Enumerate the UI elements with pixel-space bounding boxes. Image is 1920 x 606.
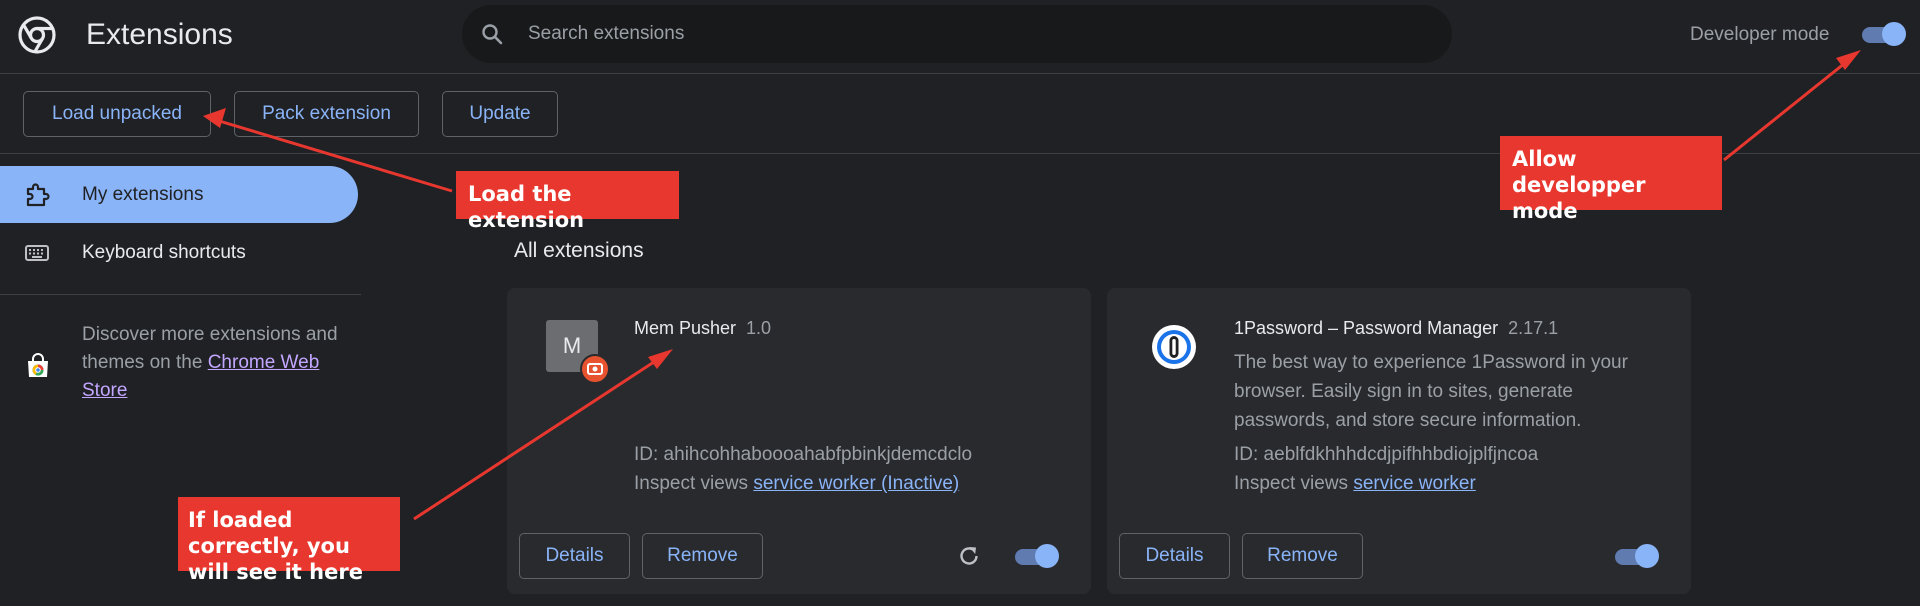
update-button[interactable]: Update bbox=[442, 91, 558, 137]
page-title: Extensions bbox=[86, 18, 233, 51]
sidebar-item-keyboard-shortcuts[interactable]: Keyboard shortcuts bbox=[0, 224, 358, 281]
developer-mode-label: Developer mode bbox=[1690, 24, 1830, 45]
remove-button[interactable]: Remove bbox=[642, 533, 763, 579]
section-title: All extensions bbox=[514, 239, 644, 262]
unpacked-badge-icon bbox=[580, 354, 610, 384]
extension-version: 1.0 bbox=[746, 318, 772, 338]
keyboard-icon bbox=[24, 240, 50, 266]
extension-enable-toggle[interactable] bbox=[1615, 544, 1659, 568]
extension-id: ID: aeblfdkhhhdcdjpifhhbdiojplfjncoa bbox=[1234, 444, 1539, 465]
1password-icon bbox=[1149, 322, 1199, 372]
extension-id: ID: ahihcohhaboooahabfpbinkjdemcdclo bbox=[634, 444, 973, 465]
annotation-developer-mode: Allow developper mode bbox=[1500, 136, 1722, 223]
inspect-views: Inspect views service worker bbox=[1234, 473, 1476, 494]
service-worker-link[interactable]: service worker bbox=[1353, 473, 1475, 494]
search-icon bbox=[480, 22, 504, 46]
chrome-web-store-icon bbox=[24, 352, 52, 380]
search-input[interactable] bbox=[528, 5, 1428, 63]
sidebar-item-my-extensions[interactable]: My extensions bbox=[0, 166, 358, 223]
extension-description: The best way to experience 1Password in … bbox=[1234, 352, 1628, 431]
extension-card-mem-pusher: M Mem Pusher 1.0 ID: ahihcohhaboooahabfpb… bbox=[507, 288, 1091, 594]
discover-more-text: Discover more extensions and themes on t… bbox=[82, 321, 352, 405]
inspect-views: Inspect views service worker (Inactive) bbox=[634, 473, 960, 494]
load-unpacked-button[interactable]: Load unpacked bbox=[23, 91, 211, 137]
extension-name: 1Password – Password Manager 2.17.1 bbox=[1234, 318, 1559, 338]
service-worker-link[interactable]: service worker (Inactive) bbox=[753, 473, 959, 494]
details-button[interactable]: Details bbox=[519, 533, 630, 579]
extension-name: Mem Pusher 1.0 bbox=[634, 318, 772, 338]
extension-icon bbox=[24, 182, 50, 208]
details-button[interactable]: Details bbox=[1119, 533, 1230, 579]
extension-version: 2.17.1 bbox=[1508, 318, 1559, 338]
remove-button[interactable]: Remove bbox=[1242, 533, 1363, 579]
extension-enable-toggle[interactable] bbox=[1015, 544, 1059, 568]
extension-card-1password: 1Password – Password Manager 2.17.1 The b… bbox=[1107, 288, 1691, 594]
developer-mode-toggle[interactable] bbox=[1862, 22, 1906, 46]
annotation-load-extension: Load the extension bbox=[456, 171, 679, 232]
reload-icon[interactable] bbox=[956, 543, 982, 569]
sidebar-item-label: Keyboard shortcuts bbox=[82, 242, 246, 263]
sidebar-divider bbox=[0, 294, 361, 295]
sidebar-item-label: My extensions bbox=[82, 184, 204, 205]
pack-extension-button[interactable]: Pack extension bbox=[234, 91, 419, 137]
header: Extensions Developer mode bbox=[0, 0, 1920, 74]
annotation-loaded-here: If loaded correctly, you will see it her… bbox=[178, 497, 400, 584]
chrome-logo-icon bbox=[18, 16, 56, 54]
search-bar[interactable] bbox=[462, 5, 1452, 63]
